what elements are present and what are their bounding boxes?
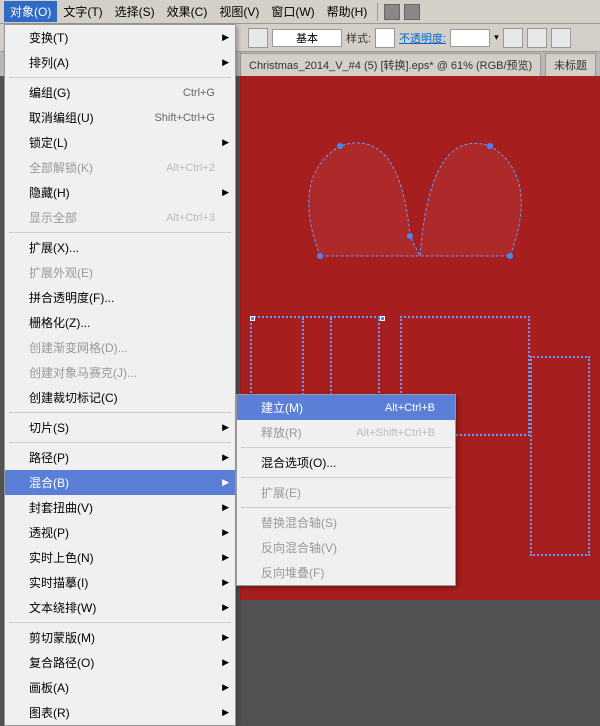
menu-item[interactable]: 变换(T) — [5, 25, 235, 50]
gift-bow-shape — [260, 116, 580, 296]
menu-item[interactable]: 透视(P) — [5, 520, 235, 545]
menu-item: 反向堆叠(F) — [237, 560, 455, 585]
menu-item: 扩展外观(E) — [5, 260, 235, 285]
menu-item[interactable]: 封套扭曲(V) — [5, 495, 235, 520]
menu-item[interactable]: 创建裁切标记(C) — [5, 385, 235, 410]
menu-item: 创建对象马赛克(J)... — [5, 360, 235, 385]
tool-box[interactable] — [248, 28, 268, 48]
opacity-input[interactable] — [450, 29, 490, 47]
toolbar-icon[interactable] — [404, 4, 420, 20]
menu-item[interactable]: 编组(G)Ctrl+G — [5, 80, 235, 105]
menu-item[interactable]: 实时上色(N) — [5, 545, 235, 570]
menu-item[interactable]: 拼合透明度(F)... — [5, 285, 235, 310]
menu-item[interactable]: 扩展(X)... — [5, 235, 235, 260]
menu-window[interactable]: 窗口(W) — [265, 1, 320, 22]
menu-item[interactable]: 画板(A) — [5, 675, 235, 700]
shape — [530, 356, 590, 556]
menu-item[interactable]: 图表(R) — [5, 700, 235, 725]
menu-item[interactable]: 路径(P) — [5, 445, 235, 470]
tool-box[interactable] — [503, 28, 523, 48]
menu-item: 扩展(E) — [237, 480, 455, 505]
menubar: 对象(O) 文字(T) 选择(S) 效果(C) 视图(V) 窗口(W) 帮助(H… — [0, 0, 600, 24]
menu-item[interactable]: 取消编组(U)Shift+Ctrl+G — [5, 105, 235, 130]
menu-select[interactable]: 选择(S) — [109, 1, 161, 22]
menu-view[interactable]: 视图(V) — [213, 1, 265, 22]
menu-item: 全部解锁(K)Alt+Ctrl+2 — [5, 155, 235, 180]
object-menu: 变换(T)排列(A) 编组(G)Ctrl+G取消编组(U)Shift+Ctrl+G… — [4, 24, 236, 726]
menu-item[interactable]: 剪切蒙版(M) — [5, 625, 235, 650]
menu-item: 创建渐变网格(D)... — [5, 335, 235, 360]
menu-item: 显示全部Alt+Ctrl+3 — [5, 205, 235, 230]
document-tab-untitled[interactable]: 未标题 — [545, 53, 596, 76]
style-swatch[interactable] — [375, 28, 395, 48]
menu-item[interactable]: 切片(S) — [5, 415, 235, 440]
menu-item[interactable]: 锁定(L) — [5, 130, 235, 155]
menu-item: 替换混合轴(S) — [237, 510, 455, 535]
document-tab[interactable]: Christmas_2014_V_#4 (5) [转换].eps* @ 61% … — [240, 53, 541, 76]
menu-item: 释放(R)Alt+Shift+Ctrl+B — [237, 420, 455, 445]
blend-submenu: 建立(M)Alt+Ctrl+B释放(R)Alt+Shift+Ctrl+B 混合选项… — [236, 394, 456, 586]
menu-object[interactable]: 对象(O) — [4, 1, 57, 22]
menu-item[interactable]: 栅格化(Z)... — [5, 310, 235, 335]
menu-text[interactable]: 文字(T) — [57, 1, 108, 22]
menu-item[interactable]: 混合(B) — [5, 470, 235, 495]
menu-item[interactable]: 文本绕排(W) — [5, 595, 235, 620]
basic-dropdown[interactable]: 基本 — [272, 29, 342, 47]
menu-item[interactable]: 建立(M)Alt+Ctrl+B — [237, 395, 455, 420]
menu-item[interactable]: 实时描摹(I) — [5, 570, 235, 595]
menu-item: 反向混合轴(V) — [237, 535, 455, 560]
menu-effect[interactable]: 效果(C) — [161, 1, 214, 22]
toolbar-icon[interactable] — [384, 4, 400, 20]
menu-item[interactable]: 隐藏(H) — [5, 180, 235, 205]
tool-box[interactable] — [551, 28, 571, 48]
menu-help[interactable]: 帮助(H) — [321, 1, 374, 22]
tool-box[interactable] — [527, 28, 547, 48]
menu-item[interactable]: 复合路径(O) — [5, 650, 235, 675]
style-label: 样式: — [346, 30, 371, 46]
menu-item[interactable]: 排列(A) — [5, 50, 235, 75]
menu-item[interactable]: 混合选项(O)... — [237, 450, 455, 475]
opacity-label[interactable]: 不透明度: — [399, 30, 446, 46]
